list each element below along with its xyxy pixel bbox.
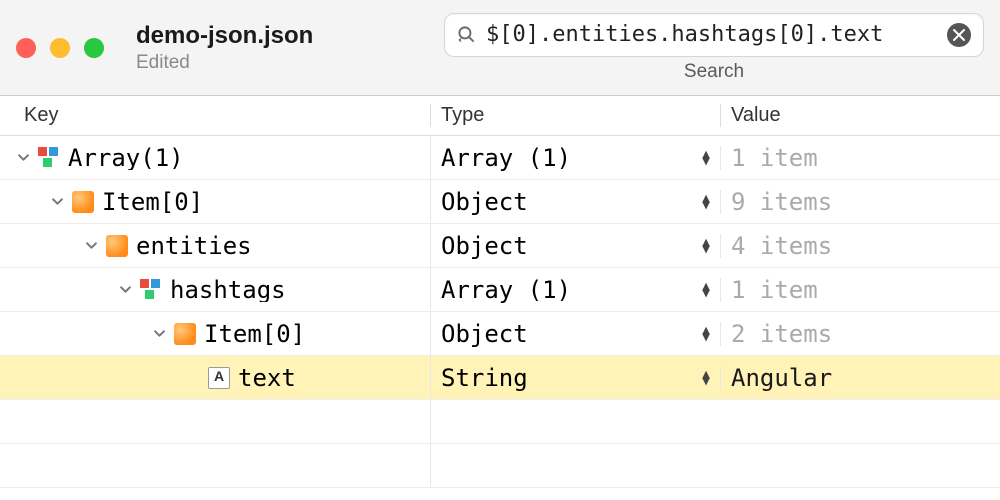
cell-type[interactable]: Object ▲▼ — [430, 180, 720, 223]
tree-row-empty — [0, 400, 1000, 444]
key-label: hashtags — [170, 278, 286, 302]
tree-row-empty — [0, 444, 1000, 488]
type-stepper[interactable]: ▲▼ — [702, 239, 710, 253]
tree-row[interactable]: Array(1) Array (1) ▲▼ 1 item — [0, 136, 1000, 180]
clear-search-button[interactable] — [947, 23, 971, 47]
type-stepper[interactable]: ▲▼ — [702, 327, 710, 341]
type-label: String — [441, 366, 528, 390]
tree-row[interactable]: entities Object ▲▼ 4 items — [0, 224, 1000, 268]
array-icon — [140, 279, 162, 301]
column-headers: Key Type Value — [0, 96, 1000, 136]
chevron-down-icon[interactable] — [84, 240, 98, 251]
search-input[interactable] — [486, 22, 947, 47]
type-stepper[interactable]: ▲▼ — [702, 371, 710, 385]
titlebar: demo-json.json Edited Search — [0, 0, 1000, 96]
type-stepper[interactable]: ▲▼ — [702, 195, 710, 209]
cell-key: Item[0] — [0, 322, 430, 346]
column-header-key[interactable]: Key — [0, 104, 430, 127]
object-icon — [174, 323, 196, 345]
key-label: Array(1) — [68, 146, 184, 170]
cell-key: Item[0] — [0, 190, 430, 214]
traffic-lights — [16, 38, 104, 58]
window-subtitle: Edited — [136, 52, 313, 74]
cell-value[interactable]: Angular — [720, 366, 1000, 390]
cell-key: entities — [0, 234, 430, 258]
chevron-down-icon[interactable] — [16, 152, 30, 163]
column-header-value[interactable]: Value — [720, 104, 1000, 127]
search-wrap: Search — [444, 13, 984, 83]
cell-type[interactable]: Array (1) ▲▼ — [430, 136, 720, 179]
cell-key: text — [0, 366, 430, 390]
key-label: text — [238, 366, 296, 390]
type-stepper[interactable]: ▲▼ — [702, 151, 710, 165]
type-label: Object — [441, 322, 528, 346]
array-icon — [38, 147, 60, 169]
cell-value[interactable]: 4 items — [720, 234, 1000, 258]
chevron-down-icon[interactable] — [152, 328, 166, 339]
search-field[interactable] — [444, 13, 984, 57]
chevron-down-icon[interactable] — [118, 284, 132, 295]
cell-type[interactable]: Object ▲▼ — [430, 224, 720, 267]
object-icon — [72, 191, 94, 213]
cell-key: hashtags — [0, 278, 430, 302]
type-label: Array (1) — [441, 278, 571, 302]
cell-value[interactable]: 2 items — [720, 322, 1000, 346]
close-window-button[interactable] — [16, 38, 36, 58]
tree-row[interactable]: hashtags Array (1) ▲▼ 1 item — [0, 268, 1000, 312]
search-label: Search — [684, 61, 744, 83]
window-title: demo-json.json — [136, 22, 313, 50]
column-header-type[interactable]: Type — [430, 104, 720, 127]
type-label: Object — [441, 234, 528, 258]
type-label: Object — [441, 190, 528, 214]
chevron-down-icon[interactable] — [50, 196, 64, 207]
string-icon — [208, 367, 230, 389]
zoom-window-button[interactable] — [84, 38, 104, 58]
key-label: entities — [136, 234, 252, 258]
tree-row[interactable]: Item[0] Object ▲▼ 2 items — [0, 312, 1000, 356]
tree-row[interactable]: text String ▲▼ Angular — [0, 356, 1000, 400]
cell-value[interactable]: 9 items — [720, 190, 1000, 214]
tree-row[interactable]: Item[0] Object ▲▼ 9 items — [0, 180, 1000, 224]
search-icon — [457, 25, 476, 44]
tree: Array(1) Array (1) ▲▼ 1 item Item[0] Object ▲▼… — [0, 136, 1000, 488]
cell-value[interactable]: 1 item — [720, 278, 1000, 302]
minimize-window-button[interactable] — [50, 38, 70, 58]
object-icon — [106, 235, 128, 257]
cell-key: Array(1) — [0, 146, 430, 170]
type-stepper[interactable]: ▲▼ — [702, 283, 710, 297]
key-label: Item[0] — [204, 322, 305, 346]
cell-type[interactable]: Object ▲▼ — [430, 312, 720, 355]
cell-value[interactable]: 1 item — [720, 146, 1000, 170]
cell-type[interactable]: String ▲▼ — [430, 356, 720, 399]
type-label: Array (1) — [441, 146, 571, 170]
title-block: demo-json.json Edited — [136, 22, 313, 74]
cell-type[interactable]: Array (1) ▲▼ — [430, 268, 720, 311]
key-label: Item[0] — [102, 190, 203, 214]
